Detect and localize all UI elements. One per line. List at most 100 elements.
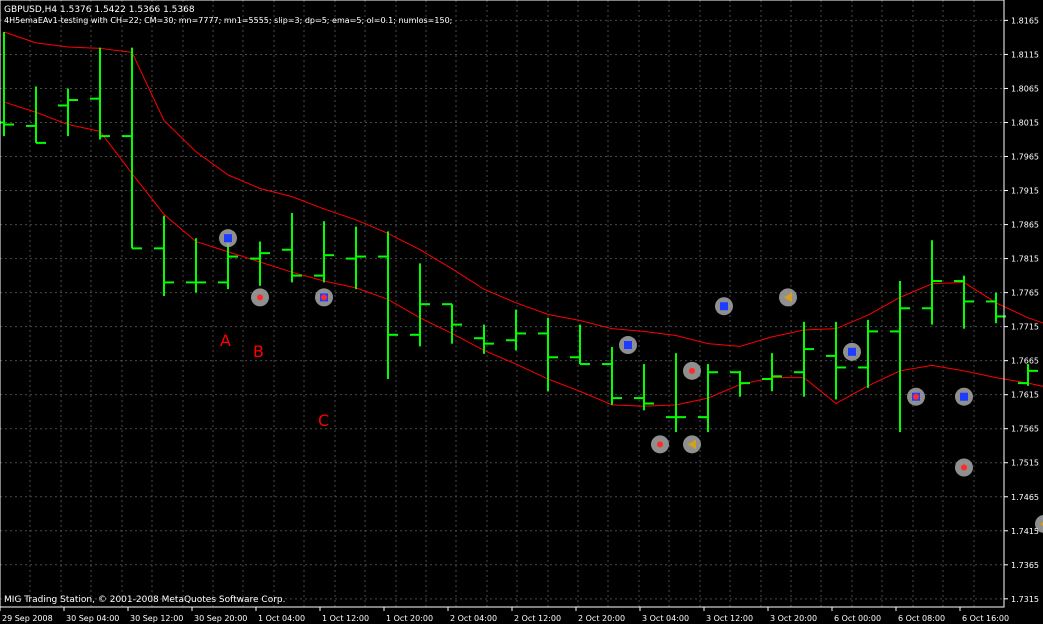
trade-marker-buy: [219, 229, 237, 248]
ohlc-bar: [762, 353, 782, 392]
sell-dot-icon: [657, 441, 663, 448]
ohlc-bar: [250, 241, 270, 286]
trade-marker-buy: [619, 336, 637, 355]
x-tick-label: 29 Sep 2008: [2, 614, 53, 623]
y-tick-label: 1.7415: [1011, 527, 1039, 536]
chart-window[interactable]: 1.8165 1.8115 1.8065 1.8015 1.7965 1.7915 1.78…: [0, 0, 1043, 624]
trade-marker-sell: [683, 361, 701, 380]
annotation-c: C: [318, 411, 329, 430]
y-tick-label: 1.7315: [1011, 595, 1039, 604]
annotation-b: B: [253, 342, 264, 361]
ohlc-bar: [858, 319, 878, 388]
ohlc-bar: [602, 347, 622, 405]
y-tick-label: 1.8165: [1011, 16, 1039, 25]
y-tick-label: 1.7615: [1011, 391, 1039, 400]
sell-dot-icon: [689, 367, 695, 374]
x-tick-label: 6 Oct 00:00: [834, 614, 881, 623]
x-tick-label: 30 Sep 04:00: [66, 614, 119, 623]
ohlc-bar: [538, 317, 558, 392]
ohlc-bar: [794, 321, 814, 397]
y-tick-label: 1.7465: [1011, 493, 1039, 502]
trade-marker-close: [779, 288, 797, 307]
y-tick-label: 1.7665: [1011, 357, 1039, 366]
sell-dot-icon: [257, 294, 263, 301]
y-tick-label: 1.7365: [1011, 561, 1039, 570]
trade-marker-close: [683, 435, 701, 454]
price-axis: 1.8165 1.8115 1.8065 1.8015 1.7965 1.7915 1.78…: [1004, 16, 1039, 604]
price-chart[interactable]: 1.8165 1.8115 1.8065 1.8015 1.7965 1.7915 1.78…: [0, 0, 1043, 624]
x-tick-label: 3 Oct 20:00: [770, 614, 817, 623]
ohlc-bar: [186, 238, 206, 293]
x-tick-label: 3 Oct 12:00: [706, 614, 753, 623]
ohlc-bar: [954, 275, 974, 329]
buy-arrow-icon: [624, 341, 632, 350]
buy-arrow-icon: [848, 347, 856, 356]
y-tick-label: 1.7765: [1011, 289, 1039, 298]
trade-markers: [219, 229, 1043, 533]
ohlc-bar: [698, 364, 718, 433]
x-tick-label: 3 Oct 04:00: [642, 614, 689, 623]
y-tick-label: 1.8015: [1011, 118, 1039, 127]
ohlc-bar: [122, 47, 142, 250]
ohlc-bar: [826, 321, 846, 400]
ohlc-bar: [570, 324, 590, 366]
ohlc-bar: [90, 47, 110, 140]
y-tick-label: 1.8065: [1011, 84, 1039, 93]
ohlc-bar: [314, 221, 334, 283]
ohlc-bar: [154, 215, 174, 297]
ohlc-bar: [474, 324, 494, 354]
time-axis: 29 Sep 2008 30 Sep 04:00 30 Sep 12:00 30 Se…: [0, 607, 1009, 623]
ohlc-bar: [346, 226, 366, 290]
indicator-header: 4H5emaEAv1-testing with CH=22; CM=30; mn…: [4, 16, 452, 25]
ohlc-bar: [634, 364, 654, 411]
annotation-a: A: [220, 331, 231, 350]
copyright-footer: MIG Trading Station, © 2001-2008 MetaQuo…: [4, 595, 286, 605]
trade-marker-sell: [251, 288, 269, 307]
ohlc-bar: [922, 240, 942, 325]
symbol-header: GBPUSD,H4 1.5376 1.5422 1.5366 1.5368: [4, 5, 195, 15]
trade-marker-both: [907, 387, 925, 406]
sell-dot-icon: [961, 464, 967, 471]
x-tick-label: 1 Oct 04:00: [258, 614, 305, 623]
y-tick-label: 1.7865: [1011, 221, 1039, 230]
ohlc-bar: [410, 263, 430, 347]
sell-dot-icon: [913, 393, 919, 400]
ohlc-bar: [890, 281, 910, 433]
y-tick-label: 1.7715: [1011, 323, 1039, 332]
ohlc-bar: [282, 212, 302, 283]
ohlc-bar: [506, 309, 526, 351]
x-tick-label: 2 Oct 12:00: [514, 614, 561, 623]
sell-dot-icon: [321, 294, 327, 301]
trade-marker-sell: [955, 458, 973, 477]
y-tick-label: 1.7565: [1011, 425, 1039, 434]
ohlc-bar: [378, 231, 398, 380]
y-tick-label: 1.7965: [1011, 153, 1039, 162]
trade-marker-buy: [715, 297, 733, 316]
ohlc-bars: [0, 31, 1038, 433]
ohlc-bar: [730, 370, 750, 397]
trade-marker-buy: [843, 342, 861, 361]
x-tick-label: 2 Oct 04:00: [450, 614, 497, 623]
buy-arrow-icon: [720, 302, 728, 311]
trade-marker-sell: [651, 435, 669, 454]
moving-average-lines: [3, 31, 1043, 407]
x-tick-label: 30 Sep 12:00: [130, 614, 183, 623]
ma-line-2: [3, 101, 1043, 407]
buy-arrow-icon: [960, 392, 968, 401]
trade-marker-buy: [955, 387, 973, 406]
x-tick-label: 30 Sep 20:00: [194, 614, 247, 623]
y-tick-label: 1.7915: [1011, 187, 1039, 196]
buy-arrow-icon: [224, 234, 232, 243]
x-tick-label: 6 Oct 08:00: [898, 614, 945, 623]
ohlc-bar: [0, 31, 14, 137]
ma-line-1: [3, 31, 1043, 347]
trade-marker-both: [315, 288, 333, 307]
x-tick-label: 1 Oct 20:00: [386, 614, 433, 623]
ohlc-bar: [986, 292, 1006, 324]
x-tick-label: 1 Oct 12:00: [322, 614, 369, 623]
ohlc-bar: [1018, 364, 1038, 386]
x-tick-label: 6 Oct 16:00: [962, 614, 1009, 623]
y-tick-label: 1.7815: [1011, 255, 1039, 264]
y-tick-label: 1.7515: [1011, 459, 1039, 468]
x-tick-label: 2 Oct 20:00: [578, 614, 625, 623]
